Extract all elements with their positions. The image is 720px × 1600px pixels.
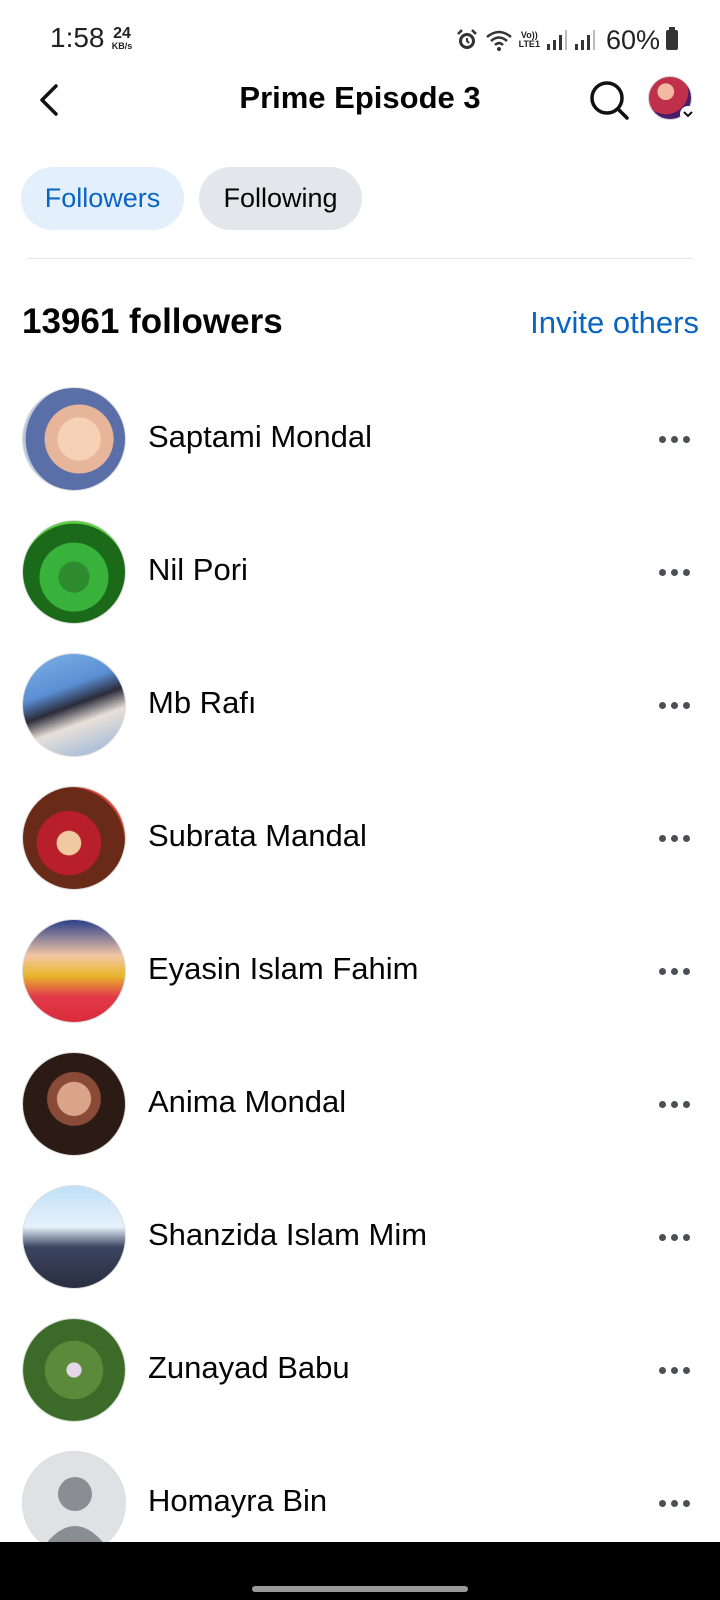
list-item[interactable]: Saptami Mondal <box>0 385 720 518</box>
search-button[interactable] <box>583 74 635 126</box>
divider <box>28 258 692 259</box>
followers-list: Saptami Mondal Nil Pori Mb Rafı Subrata … <box>0 385 720 1582</box>
network-speed-value: 24 <box>113 25 131 42</box>
tabs: Followers Following <box>21 167 362 230</box>
more-options-button[interactable] <box>652 1084 696 1124</box>
more-options-button[interactable] <box>652 951 696 991</box>
follower-name[interactable]: Homayra Bin <box>148 1483 327 1519</box>
more-icon <box>658 568 690 576</box>
more-options-button[interactable] <box>652 1217 696 1257</box>
volte-bottom: LTE1 <box>518 39 540 49</box>
battery-percent: 60% <box>605 24 660 55</box>
more-icon <box>658 1499 690 1507</box>
list-item[interactable]: Eyasin Islam Fahim <box>0 917 720 1050</box>
more-icon <box>658 834 690 842</box>
more-icon <box>658 1366 690 1374</box>
profile-switcher-button[interactable] <box>648 76 696 122</box>
top-app-bar: Prime Episode 3 <box>0 70 720 130</box>
followers-count: 13961 followers <box>22 302 283 341</box>
avatar[interactable] <box>22 1451 126 1555</box>
avatar[interactable] <box>22 387 126 491</box>
follower-name[interactable]: Nil Pori <box>148 552 248 588</box>
more-icon <box>658 1100 690 1108</box>
volte-label: Vo)) LTE1 <box>519 31 540 49</box>
follower-name[interactable]: Saptami Mondal <box>148 419 372 455</box>
avatar[interactable] <box>22 1185 126 1289</box>
follower-name[interactable]: Shanzida Islam Mim <box>148 1217 427 1253</box>
signal-icon-2 <box>574 30 595 50</box>
more-icon <box>658 435 690 443</box>
status-time: 1:58 <box>50 22 105 53</box>
tab-following[interactable]: Following <box>199 167 362 230</box>
avatar[interactable] <box>22 1318 126 1422</box>
follower-name[interactable]: Anima Mondal <box>148 1084 346 1120</box>
avatar[interactable] <box>22 786 126 890</box>
more-icon <box>658 1233 690 1241</box>
network-speed: 24 KB/s <box>108 26 136 51</box>
network-speed-unit: KB/s <box>111 41 133 51</box>
avatar[interactable] <box>22 653 126 757</box>
search-icon <box>590 81 629 120</box>
default-avatar-icon <box>41 1477 109 1550</box>
list-item[interactable]: Shanzida Islam Mim <box>0 1183 720 1316</box>
status-bar: 1:58 24 KB/s Vo)) LTE1 60% <box>0 0 720 80</box>
follower-name[interactable]: Zunayad Babu <box>148 1350 350 1386</box>
list-item[interactable]: Zunayad Babu <box>0 1316 720 1449</box>
avatar[interactable] <box>22 919 126 1023</box>
more-options-button[interactable] <box>652 419 696 459</box>
invite-others-link[interactable]: Invite others <box>530 305 699 341</box>
signal-icon <box>546 30 567 50</box>
more-options-button[interactable] <box>652 552 696 592</box>
follower-name[interactable]: Mb Rafı <box>148 685 257 721</box>
tab-followers[interactable]: Followers <box>21 167 184 230</box>
more-options-button[interactable] <box>652 685 696 725</box>
more-options-button[interactable] <box>652 1350 696 1390</box>
wifi-icon <box>485 30 512 51</box>
home-indicator[interactable] <box>252 1586 468 1592</box>
list-item[interactable]: Nil Pori <box>0 518 720 651</box>
alarm-icon <box>456 29 477 49</box>
follower-name[interactable]: Eyasin Islam Fahim <box>148 951 418 987</box>
more-icon <box>658 701 690 709</box>
avatar[interactable] <box>22 1052 126 1156</box>
status-icons: Vo)) LTE1 60% <box>455 22 678 58</box>
battery-icon <box>666 27 678 50</box>
more-icon <box>658 967 690 975</box>
follower-name[interactable]: Subrata Mandal <box>148 818 367 854</box>
avatar[interactable] <box>22 520 126 624</box>
list-item[interactable]: Subrata Mandal <box>0 784 720 917</box>
more-options-button[interactable] <box>652 1483 696 1523</box>
more-options-button[interactable] <box>652 818 696 858</box>
list-item[interactable]: Mb Rafı <box>0 651 720 784</box>
list-item[interactable]: Anima Mondal <box>0 1050 720 1183</box>
chevron-down-icon <box>680 106 696 122</box>
